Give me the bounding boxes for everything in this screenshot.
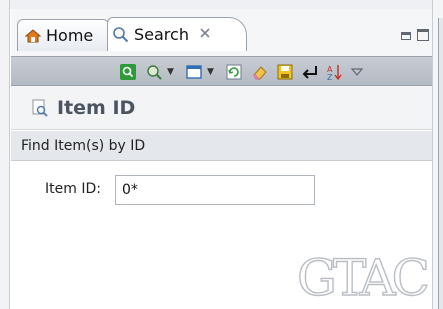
item-id-label: Item ID: — [45, 181, 101, 197]
tab-home-label: Home — [46, 26, 94, 45]
tab-search[interactable]: Search — [107, 17, 247, 51]
dropdown-arrow-icon[interactable]: ▼ — [207, 67, 214, 77]
home-icon — [24, 27, 42, 45]
maximize-view-button[interactable] — [417, 29, 429, 41]
sort-icon[interactable]: A Z — [325, 63, 343, 81]
search-options-icon[interactable] — [145, 63, 163, 81]
dropdown-arrow-icon[interactable]: ▼ — [167, 67, 174, 77]
tab-search-label: Search — [134, 25, 189, 44]
clear-icon[interactable] — [251, 63, 269, 81]
window-top-strip — [0, 0, 443, 9]
watermark-logo: GTAC — [297, 248, 432, 305]
page-title: Item ID — [57, 96, 136, 119]
view-header: Item ID — [11, 86, 432, 130]
section-label: Find Item(s) by ID — [21, 137, 146, 154]
tab-home[interactable]: Home — [17, 19, 109, 51]
execute-icon[interactable] — [301, 63, 319, 81]
item-id-input[interactable] — [115, 175, 315, 205]
view-tab-bar: Home Search — [11, 9, 432, 57]
svg-text:Z: Z — [327, 73, 333, 81]
watermark-text: GTAC — [297, 249, 428, 305]
run-search-icon[interactable] — [119, 63, 137, 81]
left-panel-edge — [0, 0, 10, 309]
view-menu-icon[interactable] — [185, 63, 203, 81]
refresh-icon[interactable] — [225, 63, 243, 81]
search-icon — [112, 26, 130, 44]
close-icon[interactable] — [199, 27, 211, 43]
minimize-view-button[interactable] — [401, 32, 411, 40]
section-header[interactable]: Find Item(s) by ID — [11, 131, 432, 161]
view-toolbar: ▼ ▼ A Z — [11, 56, 432, 86]
item-search-icon — [31, 99, 49, 117]
view-menu-chevron-icon[interactable] — [348, 63, 366, 81]
save-icon[interactable] — [276, 63, 294, 81]
